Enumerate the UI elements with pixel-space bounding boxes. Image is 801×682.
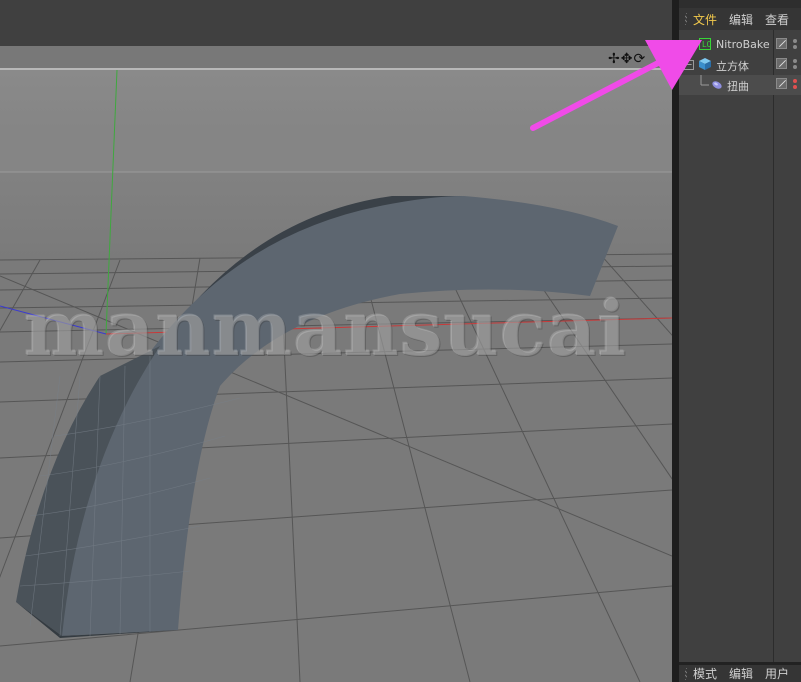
tree-connector-icon [700, 75, 709, 86]
tree-item-nitrobake[interactable]: L0 NitroBake [679, 35, 801, 55]
menu-view[interactable]: 查看 [765, 11, 789, 28]
tree-item-cube[interactable]: − 立方体 [679, 55, 801, 75]
object-manager-menubar: 文件 编辑 查看 [679, 8, 801, 30]
menu-edit[interactable]: 编辑 [729, 665, 753, 682]
panel-grip-icon[interactable] [685, 667, 687, 680]
viewport-navigation-icons[interactable]: ✢✥⟳ [608, 51, 646, 67]
render-dots-icon[interactable] [793, 39, 797, 51]
tree-column-divider [773, 30, 774, 662]
menu-user[interactable]: 用户 [765, 665, 789, 682]
visibility-toggle-icon[interactable] [776, 38, 787, 49]
menu-edit[interactable]: 编辑 [729, 11, 753, 28]
visibility-toggle-icon[interactable] [776, 58, 787, 69]
collapse-icon[interactable]: − [684, 60, 694, 70]
tree-connector-icon [688, 44, 697, 55]
menu-file[interactable]: 文件 [693, 11, 717, 28]
top-toolbar [0, 0, 676, 46]
twist-deformer-icon [712, 81, 722, 89]
menu-mode[interactable]: 模式 [693, 665, 717, 682]
object-manager: 文件 编辑 查看 L0 NitroBake − 立方体 扭曲 [679, 8, 801, 662]
cube-object-icon [699, 58, 711, 70]
nitrobake-tag-icon: L0 [699, 38, 711, 50]
svg-text:L0: L0 [702, 40, 711, 49]
tree-item-label: 扭曲 [727, 80, 749, 93]
tree-item-label: NitroBake [716, 38, 770, 51]
visibility-toggle-icon[interactable] [776, 78, 787, 89]
panel-splitter[interactable] [672, 0, 679, 682]
watermark: manmansucai [24, 284, 628, 373]
panel-grip-icon[interactable] [685, 13, 687, 25]
render-dots-icon[interactable] [793, 79, 797, 91]
object-tree: L0 NitroBake − 立方体 扭曲 [679, 35, 801, 95]
attribute-manager-menubar: 模式 编辑 用户 [679, 665, 801, 682]
tree-item-label: 立方体 [716, 60, 749, 73]
render-dots-icon[interactable] [793, 59, 797, 71]
tree-item-twist[interactable]: 扭曲 [679, 75, 801, 95]
